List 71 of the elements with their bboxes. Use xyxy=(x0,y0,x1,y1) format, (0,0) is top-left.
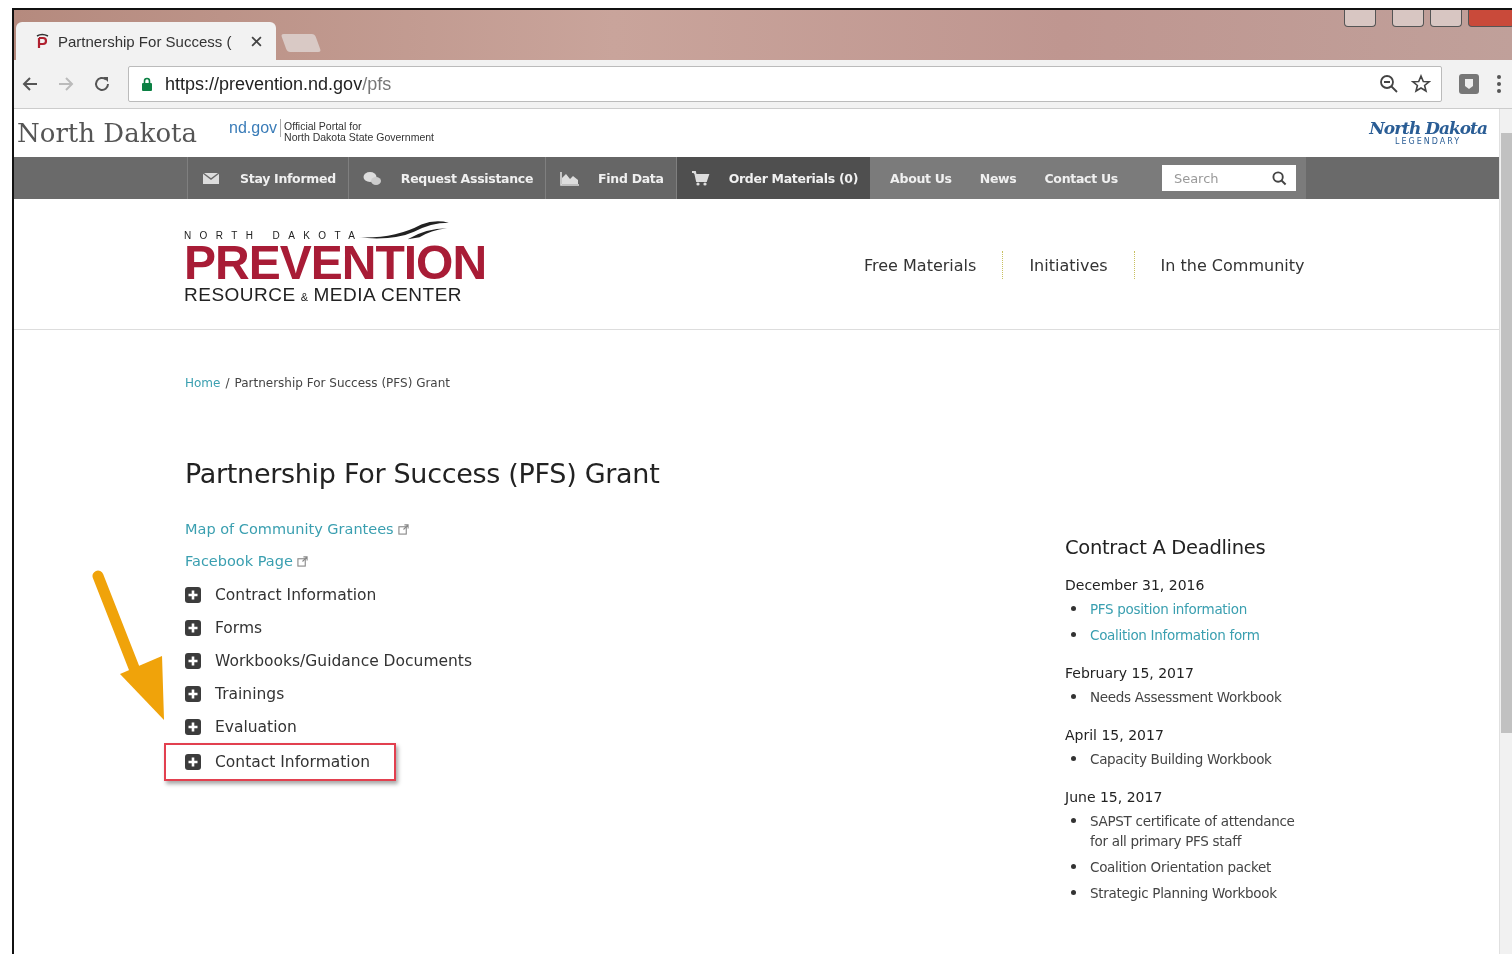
accordion-toggle[interactable]: Evaluation xyxy=(215,717,297,736)
chat-bubbles-icon xyxy=(362,169,383,187)
minimize-button[interactable] xyxy=(1392,10,1424,27)
accordion-toggle[interactable]: Trainings xyxy=(215,684,285,703)
main-nav-link[interactable]: Free Materials xyxy=(838,255,1003,275)
url-text: https://prevention.nd.gov/pfs xyxy=(165,73,392,95)
nav-link[interactable]: Find Data xyxy=(545,157,676,199)
deadline-date: December 31, 2016 xyxy=(1065,577,1206,593)
plus-square-icon[interactable] xyxy=(185,754,201,770)
nav-link[interactable]: Order Materials (0) xyxy=(675,157,871,199)
deadline-date: April 15, 2017 xyxy=(1065,727,1165,743)
cart-icon xyxy=(690,169,711,187)
zoom-out-icon xyxy=(1379,74,1399,94)
accordion-toggle[interactable]: Workbooks/Guidance Documents xyxy=(215,651,472,670)
accordion-toggle[interactable]: Contact Information xyxy=(215,753,370,771)
plus-square-icon[interactable] xyxy=(185,718,201,735)
plus-square-icon[interactable] xyxy=(185,685,201,702)
external-link-icon xyxy=(296,555,308,567)
scrollbar[interactable] xyxy=(1499,109,1512,954)
accordion-toggle[interactable]: Forms xyxy=(215,618,263,637)
menu-icon xyxy=(1496,74,1502,94)
bullet-icon xyxy=(1071,818,1076,823)
browser-tab[interactable]: Partnership For Success ( xyxy=(16,22,276,60)
close-icon xyxy=(251,35,262,47)
swoosh-icon xyxy=(357,219,450,241)
main-nav-link[interactable]: In the Community xyxy=(1134,255,1305,275)
deadline-item: Strategic Planning Workbook xyxy=(1090,884,1278,903)
plus-square-icon[interactable] xyxy=(185,652,201,669)
legendary-logo[interactable]: North Dakota LEGENDARY xyxy=(1369,120,1487,146)
sidebar-heading: Contract A Deadlines xyxy=(1065,536,1267,559)
bullet-icon xyxy=(1071,606,1076,611)
nav-link[interactable]: Contact Us xyxy=(1024,157,1126,199)
search-icon xyxy=(1271,171,1287,186)
area-chart-icon xyxy=(560,169,581,187)
deadline-item: SAPST certificate of attendance for all primary PFS staff xyxy=(1090,812,1296,851)
bullet-icon xyxy=(1071,694,1076,699)
plus-square-icon[interactable] xyxy=(185,586,201,603)
deadline-item: Needs Assessment Workbook xyxy=(1090,688,1283,707)
nav-link[interactable]: Request Assistance xyxy=(347,157,546,199)
portal-brand[interactable]: nd.gov xyxy=(229,119,282,137)
scrollbar-thumb[interactable] xyxy=(1501,133,1512,733)
tab-title: Partnership For Success ( xyxy=(58,32,233,50)
favicon-icon xyxy=(34,33,50,49)
page-title: Partnership For Success (PFS) Grant xyxy=(185,458,661,489)
nav-link[interactable]: Stay Informed xyxy=(187,157,348,199)
reload-icon[interactable] xyxy=(92,74,112,94)
deadline-date: June 15, 2017 xyxy=(1065,789,1164,805)
profile-button[interactable] xyxy=(1344,10,1376,27)
state-name[interactable]: North Dakota xyxy=(17,118,197,148)
lock-icon xyxy=(141,77,153,91)
deadline-date: February 15, 2017 xyxy=(1065,665,1195,681)
address-bar[interactable]: https://prevention.nd.gov/pfs xyxy=(128,66,1442,102)
nav-link[interactable]: About Us xyxy=(870,157,960,199)
plus-square-icon[interactable] xyxy=(185,619,201,636)
nav-link[interactable]: News xyxy=(959,157,1025,199)
breadcrumb-current: Partnership For Success (PFS) Grant xyxy=(234,376,451,390)
maximize-button[interactable] xyxy=(1430,10,1462,27)
external-link-icon xyxy=(397,523,409,535)
bullet-icon xyxy=(1071,890,1076,895)
portal-tagline: Official Portal for North Dakota State Government xyxy=(283,121,435,143)
search-field[interactable]: Search xyxy=(1161,165,1296,191)
breadcrumb-separator: / xyxy=(225,376,230,390)
bullet-icon xyxy=(1071,756,1076,761)
main-nav-link[interactable]: Initiatives xyxy=(1003,255,1134,275)
deadline-item: Coalition Orientation packet xyxy=(1090,858,1272,877)
bullet-icon xyxy=(1071,864,1076,869)
extension-icon xyxy=(1458,73,1480,95)
accordion-toggle[interactable]: Contract Information xyxy=(215,585,377,604)
deadline-item: Capacity Building Workbook xyxy=(1090,750,1273,769)
bullet-icon xyxy=(1071,632,1076,637)
star-icon xyxy=(1411,74,1431,94)
